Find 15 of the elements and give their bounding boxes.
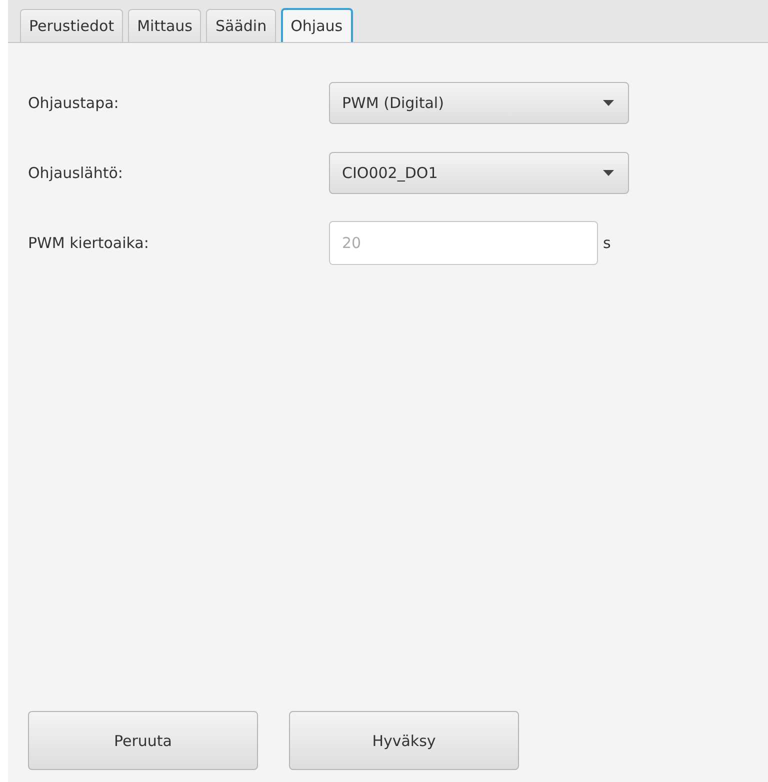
unit-label: s: [603, 234, 611, 252]
tab[interactable]: Mittaus: [128, 9, 202, 42]
caret-icon: [603, 100, 614, 106]
dialog-button[interactable]: Peruuta: [28, 711, 258, 770]
dropdown[interactable]: CIO002_DO1: [329, 152, 629, 194]
dropdown[interactable]: PWM (Digital): [329, 82, 629, 124]
dialog-button[interactable]: Hyväksy: [289, 711, 519, 770]
tab[interactable]: Säädin: [206, 9, 276, 42]
input-field[interactable]: 20: [329, 221, 598, 265]
field-label: Ohjaustapa:: [28, 94, 120, 112]
field-label: Ohjauslähtö:: [28, 164, 124, 182]
tab[interactable]: Ohjaus: [280, 8, 353, 42]
tab[interactable]: Perustiedot: [20, 9, 124, 42]
field-label: PWM kiertoaika:: [28, 234, 150, 252]
caret-icon: [603, 170, 614, 176]
